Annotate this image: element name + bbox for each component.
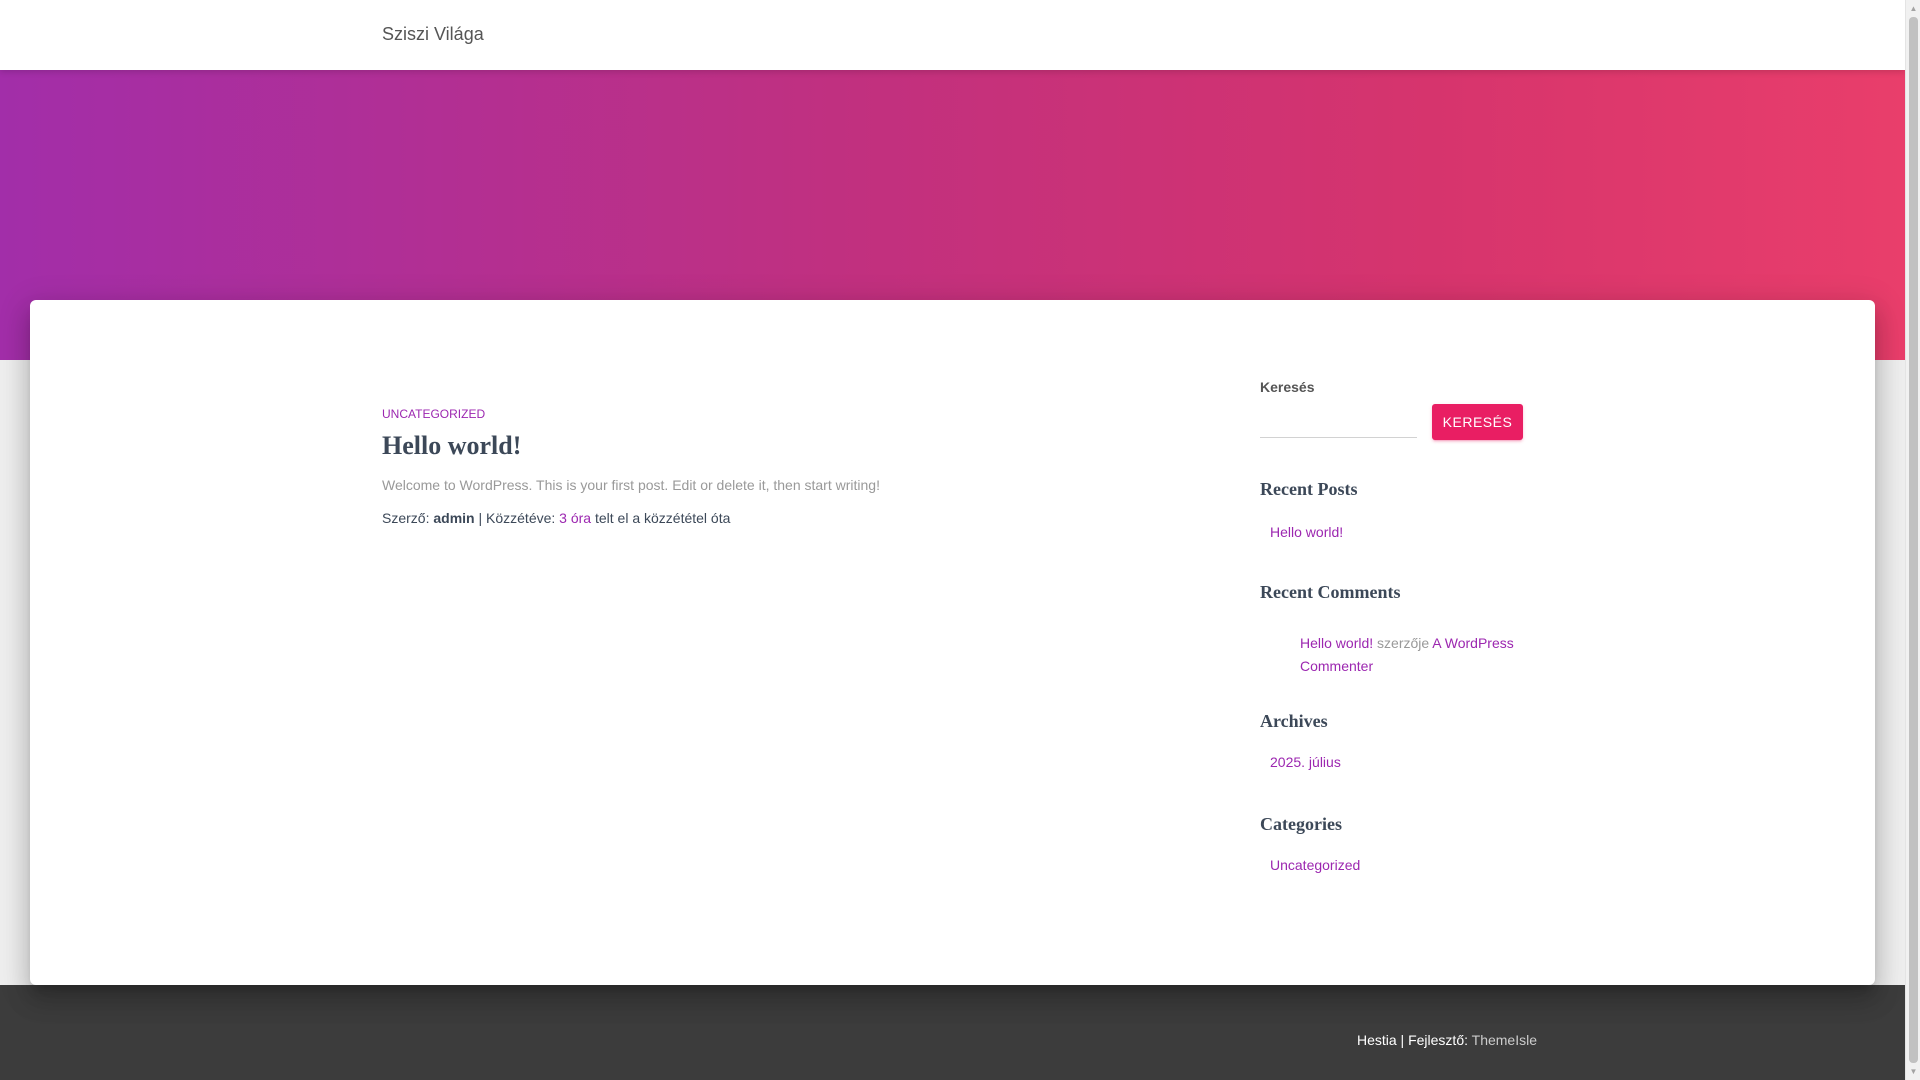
recent-comments-title: Recent Comments <box>1260 582 1401 602</box>
search-button[interactable]: KERESÉS <box>1432 404 1523 440</box>
categories-title: Categories <box>1260 814 1342 834</box>
scroll-thumb[interactable] <box>1909 17 1918 1063</box>
post-excerpt: Welcome to WordPress. This is your first… <box>382 477 880 493</box>
site-title-link[interactable]: Sziszi Világa <box>382 24 484 45</box>
archive-link[interactable]: 2025. július <box>1270 754 1341 770</box>
main-content-card <box>30 300 1875 985</box>
post-category-link[interactable]: UNCATEGORIZED <box>382 407 485 421</box>
post-title[interactable]: Hello world! <box>382 431 521 461</box>
footer-separator: | <box>1400 1032 1405 1048</box>
scroll-up-arrow-icon[interactable]: ▲ <box>1906 0 1920 17</box>
comment-connector: szerzője <box>1377 635 1430 651</box>
recent-posts-title: Recent Posts <box>1260 479 1358 499</box>
footer-credit: Hestia | Fejlesztő: ThemeIsle <box>1357 1032 1537 1048</box>
recent-comment-item: Hello world! szerzője A WordPress Commen… <box>1300 632 1525 678</box>
footer-developer-link[interactable]: ThemeIsle <box>1472 1032 1537 1048</box>
published-suffix: telt el a közzététel óta <box>594 510 731 526</box>
post-meta: Szerző: admin | Közzétéve: 3 óra telt el… <box>382 510 730 526</box>
search-input[interactable] <box>1260 404 1417 438</box>
archives-title: Archives <box>1260 711 1328 731</box>
site-footer <box>0 985 1905 1080</box>
comment-post-link[interactable]: Hello world! <box>1300 635 1373 651</box>
category-link[interactable]: Uncategorized <box>1270 857 1360 873</box>
meta-separator: | <box>478 510 483 526</box>
author-link[interactable]: admin <box>433 510 474 526</box>
page-scrollbar[interactable]: ▲ ▼ <box>1905 0 1920 1080</box>
top-navbar: Sziszi Világa <box>0 0 1905 70</box>
search-widget-label: Keresés <box>1260 379 1315 395</box>
footer-theme-name: Hestia <box>1356 1032 1397 1048</box>
footer-developer-prefix: Fejlesztő: <box>1408 1032 1468 1048</box>
post-time-link[interactable]: 3 óra <box>559 510 591 526</box>
scroll-down-arrow-icon[interactable]: ▼ <box>1906 1063 1920 1080</box>
published-prefix: Közzétéve: <box>486 510 556 526</box>
author-prefix: Szerző: <box>382 510 430 526</box>
recent-post-link[interactable]: Hello world! <box>1270 524 1343 540</box>
post-title-text[interactable]: Hello world! <box>382 431 521 460</box>
